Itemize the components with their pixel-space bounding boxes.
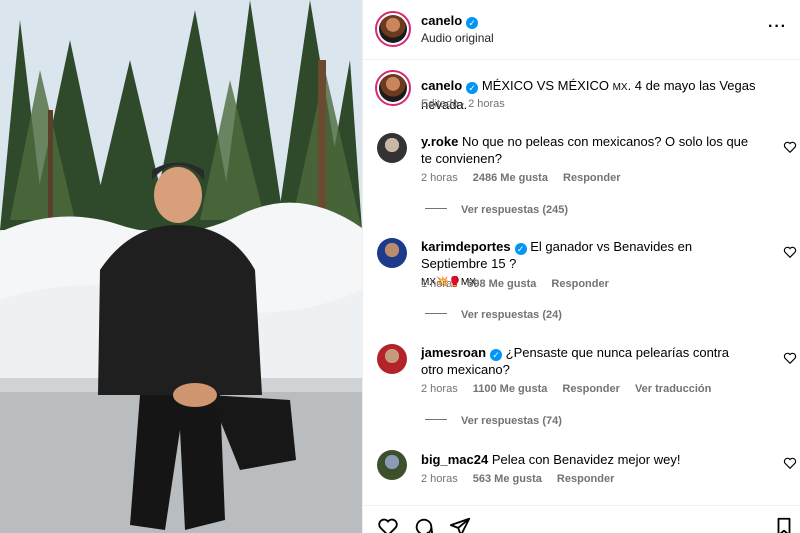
comment-username[interactable]: big_mac24 — [421, 452, 488, 467]
send-icon[interactable] — [449, 516, 471, 533]
heart-icon[interactable] — [783, 245, 797, 259]
reply-button[interactable]: Responder — [557, 473, 614, 485]
comment-meta: 1 hora 598 Me gusta Responder — [421, 278, 609, 290]
view-replies-button[interactable]: Ver respuestas (24) — [425, 309, 562, 321]
commenter-avatar[interactable] — [377, 450, 407, 480]
post-header: canelo ✓ Audio original ··· — [363, 0, 800, 60]
likes-count[interactable]: 2486 Me gusta — [473, 172, 548, 184]
comment-item: y.roke No que no peleas con mexicanos? O… — [363, 133, 800, 228]
post-side-panel: canelo ✓ Audio original ··· canelo ✓ MÉXIC… — [362, 0, 800, 533]
heart-icon[interactable] — [783, 351, 797, 365]
post-video[interactable] — [0, 0, 362, 533]
comment-username[interactable]: jamesroan — [421, 345, 486, 360]
comment-meta: 2 horas 2486 Me gusta Responder — [421, 172, 621, 184]
comment-text: big_mac24 Pelea con Benavidez mejor wey! — [421, 452, 681, 467]
post-caption: canelo ✓ MÉXICO VS MÉXICO MX. 4 de mayo l… — [363, 70, 800, 120]
likes-count[interactable]: 1100 Me gusta — [473, 383, 548, 395]
view-replies-button[interactable]: Ver respuestas (74) — [425, 415, 562, 427]
post-actions-bar — [363, 505, 800, 533]
reply-button[interactable]: Responder — [562, 383, 619, 395]
verified-badge-icon: ✓ — [490, 349, 503, 361]
heart-icon[interactable] — [783, 140, 797, 154]
more-options-icon[interactable]: ··· — [768, 18, 787, 36]
comment-item: karimdeportes ✓ El ganador vs Benavides e… — [363, 238, 800, 333]
caption-flag: MX — [612, 82, 628, 93]
instagram-post-view: canelo ✓ Audio original ··· canelo ✓ MÉXIC… — [0, 0, 800, 533]
comment-username[interactable]: karimdeportes — [421, 239, 511, 254]
comment-text: y.roke No que no peleas con mexicanos? O… — [421, 134, 749, 166]
commenter-avatar[interactable] — [377, 344, 407, 374]
author-avatar[interactable] — [375, 11, 411, 47]
view-replies-button[interactable]: Ver respuestas (245) — [425, 204, 568, 216]
caption-main: MÉXICO VS MÉXICO — [481, 78, 609, 93]
comment-item: big_mac24 Pelea con Benavidez mejor wey!… — [363, 450, 800, 500]
author-username[interactable]: canelo ✓ — [421, 13, 479, 29]
bookmark-icon[interactable] — [773, 516, 795, 533]
caption-username[interactable]: canelo — [421, 78, 462, 93]
comment-meta: 2 horas 1100 Me gusta Responder Ver trad… — [421, 383, 712, 395]
comment-item: jamesroan ✓ ¿Pensaste que nunca pelearías… — [363, 344, 800, 439]
verified-badge-icon: ✓ — [514, 243, 527, 255]
comment-username[interactable]: y.roke — [421, 134, 458, 149]
comment-text: jamesroan ✓ ¿Pensaste que nunca pelearías… — [421, 345, 729, 377]
likes-count[interactable]: 563 Me gusta — [473, 473, 542, 485]
heart-icon[interactable] — [377, 516, 399, 533]
verified-badge-icon: ✓ — [466, 17, 479, 29]
verified-badge-icon: ✓ — [466, 82, 479, 94]
commenter-avatar[interactable] — [377, 238, 407, 268]
video-frame — [0, 0, 362, 533]
translate-button[interactable]: Ver traducción — [635, 383, 711, 395]
comment-icon[interactable] — [413, 516, 435, 533]
comment-meta: 2 horas 563 Me gusta Responder — [421, 473, 615, 485]
audio-label[interactable]: Audio original — [421, 31, 494, 45]
commenter-avatar[interactable] — [377, 133, 407, 163]
likes-count[interactable]: 598 Me gusta — [467, 278, 536, 290]
caption-avatar[interactable] — [375, 70, 411, 106]
heart-icon[interactable] — [783, 456, 797, 470]
reply-button[interactable]: Responder — [563, 172, 620, 184]
reply-button[interactable]: Responder — [551, 278, 608, 290]
caption-meta: Editado · 2 horas — [421, 98, 505, 110]
